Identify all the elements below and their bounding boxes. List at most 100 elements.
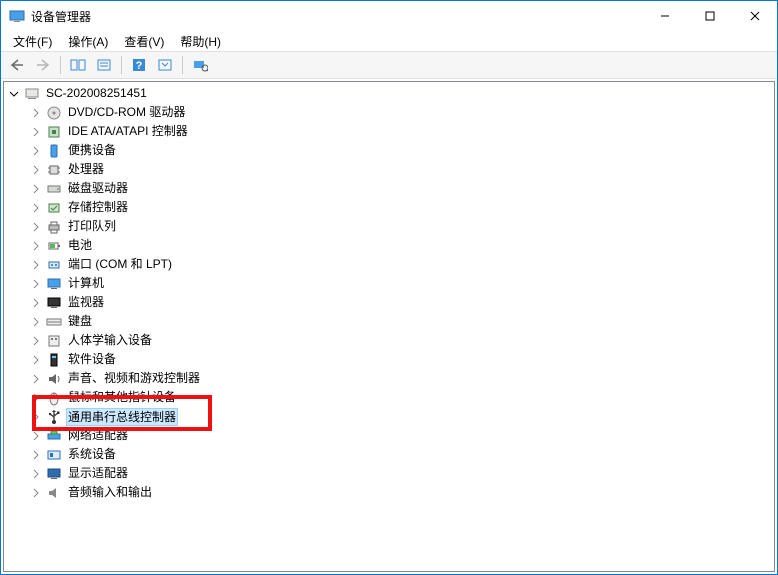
action-button[interactable] xyxy=(153,54,177,76)
back-button[interactable] xyxy=(5,54,29,76)
tree-item[interactable]: 鼠标和其他指针设备 xyxy=(8,388,770,407)
network-icon xyxy=(46,428,62,444)
hdd-icon xyxy=(46,181,62,197)
tree-item-label: 处理器 xyxy=(66,160,106,179)
printer-icon xyxy=(46,219,62,235)
port-icon xyxy=(46,257,62,273)
minimize-button[interactable] xyxy=(642,1,687,31)
tree-item[interactable]: 通用串行总线控制器 xyxy=(8,407,770,426)
tree-item[interactable]: 存储控制器 xyxy=(8,198,770,217)
toggle-icon[interactable] xyxy=(30,392,42,404)
toggle-icon[interactable] xyxy=(30,278,42,290)
toggle-icon[interactable] xyxy=(30,468,42,480)
tree-item[interactable]: 键盘 xyxy=(8,312,770,331)
tree-item[interactable]: 人体学输入设备 xyxy=(8,331,770,350)
tree-item-label: 端口 (COM 和 LPT) xyxy=(66,255,174,274)
toggle-icon[interactable] xyxy=(30,449,42,461)
titlebar: 设备管理器 xyxy=(1,1,777,31)
tree-item[interactable]: 便携设备 xyxy=(8,141,770,160)
toggle-icon[interactable] xyxy=(30,183,42,195)
tree-item-label: 软件设备 xyxy=(66,350,118,369)
chip-icon xyxy=(46,124,62,140)
usb-icon xyxy=(46,409,62,425)
cpu-icon xyxy=(46,162,62,178)
tree-item-label: 存储控制器 xyxy=(66,198,130,217)
tree-item[interactable]: DVD/CD-ROM 驱动器 xyxy=(8,103,770,122)
computer-icon xyxy=(24,86,40,102)
tree-item[interactable]: 处理器 xyxy=(8,160,770,179)
toggle-icon[interactable] xyxy=(30,487,42,499)
tree-item[interactable]: 监视器 xyxy=(8,293,770,312)
tree-item-label: 音频输入和输出 xyxy=(66,483,154,502)
tree-item[interactable]: 网络适配器 xyxy=(8,426,770,445)
toggle-icon[interactable] xyxy=(30,107,42,119)
toggle-icon[interactable] xyxy=(30,164,42,176)
toolbar: ? xyxy=(1,51,777,79)
toggle-icon[interactable] xyxy=(30,430,42,442)
tree-item[interactable]: IDE ATA/ATAPI 控制器 xyxy=(8,122,770,141)
tree-item-label: 磁盘驱动器 xyxy=(66,179,130,198)
device-manager-window: 设备管理器 文件(F) 操作(A) 查看(V) 帮助(H) ? xyxy=(0,0,778,575)
toggle-icon[interactable] xyxy=(30,240,42,252)
toggle-icon[interactable] xyxy=(30,411,42,423)
audioio-icon xyxy=(46,485,62,501)
tree-item-label: 监视器 xyxy=(66,293,106,312)
menu-help[interactable]: 帮助(H) xyxy=(174,31,227,52)
toolbar-sep xyxy=(182,56,183,74)
tree-item-label: 打印队列 xyxy=(66,217,118,236)
show-hide-console-button[interactable] xyxy=(66,54,90,76)
device-tree: SC-202008251451 DVD/CD-ROM 驱动器IDE ATA/AT… xyxy=(8,84,770,502)
tree-item[interactable]: 音频输入和输出 xyxy=(8,483,770,502)
system-icon xyxy=(46,447,62,463)
tree-item[interactable]: 软件设备 xyxy=(8,350,770,369)
keyboard-icon xyxy=(46,314,62,330)
toggle-icon[interactable] xyxy=(30,259,42,271)
window-title: 设备管理器 xyxy=(31,8,91,25)
tree-item-label: 通用串行总线控制器 xyxy=(66,408,178,426)
toggle-icon[interactable] xyxy=(8,88,20,100)
tree-item-label: 鼠标和其他指针设备 xyxy=(66,388,178,407)
monitor-icon xyxy=(46,295,62,311)
tree-item[interactable]: 端口 (COM 和 LPT) xyxy=(8,255,770,274)
menu-file[interactable]: 文件(F) xyxy=(7,31,58,52)
tree-item-label: 系统设备 xyxy=(66,445,118,464)
menu-action[interactable]: 操作(A) xyxy=(62,31,114,52)
toggle-icon[interactable] xyxy=(30,373,42,385)
maximize-button[interactable] xyxy=(687,1,732,31)
scan-hardware-button[interactable] xyxy=(188,54,212,76)
toggle-icon[interactable] xyxy=(30,297,42,309)
properties-button[interactable] xyxy=(92,54,116,76)
tree-item[interactable]: 声音、视频和游戏控制器 xyxy=(8,369,770,388)
toggle-icon[interactable] xyxy=(30,316,42,328)
toggle-icon[interactable] xyxy=(30,354,42,366)
tree-item[interactable]: 打印队列 xyxy=(8,217,770,236)
close-button[interactable] xyxy=(732,1,777,31)
device-tree-panel[interactable]: SC-202008251451 DVD/CD-ROM 驱动器IDE ATA/AT… xyxy=(3,81,775,572)
tree-item-label: 声音、视频和游戏控制器 xyxy=(66,369,202,388)
tree-item[interactable]: 磁盘驱动器 xyxy=(8,179,770,198)
tree-item[interactable]: 计算机 xyxy=(8,274,770,293)
hid-icon xyxy=(46,333,62,349)
tree-item[interactable]: 电池 xyxy=(8,236,770,255)
toggle-icon[interactable] xyxy=(30,202,42,214)
toolbar-sep xyxy=(60,56,61,74)
forward-button[interactable] xyxy=(31,54,55,76)
battery-icon xyxy=(46,238,62,254)
toggle-icon[interactable] xyxy=(30,221,42,233)
toggle-icon[interactable] xyxy=(30,335,42,347)
tree-item[interactable]: 显示适配器 xyxy=(8,464,770,483)
tree-item-label: 计算机 xyxy=(66,274,106,293)
tree-item-label: DVD/CD-ROM 驱动器 xyxy=(66,103,187,122)
computer-icon xyxy=(46,276,62,292)
tree-root[interactable]: SC-202008251451 xyxy=(8,84,770,103)
help-button[interactable]: ? xyxy=(127,54,151,76)
tree-item[interactable]: 系统设备 xyxy=(8,445,770,464)
toggle-icon[interactable] xyxy=(30,145,42,157)
tree-item-label: 键盘 xyxy=(66,312,94,331)
menu-view[interactable]: 查看(V) xyxy=(118,31,170,52)
tree-item-label: 便携设备 xyxy=(66,141,118,160)
disc-icon xyxy=(46,105,62,121)
toolbar-sep xyxy=(121,56,122,74)
app-icon xyxy=(9,8,25,24)
toggle-icon[interactable] xyxy=(30,126,42,138)
